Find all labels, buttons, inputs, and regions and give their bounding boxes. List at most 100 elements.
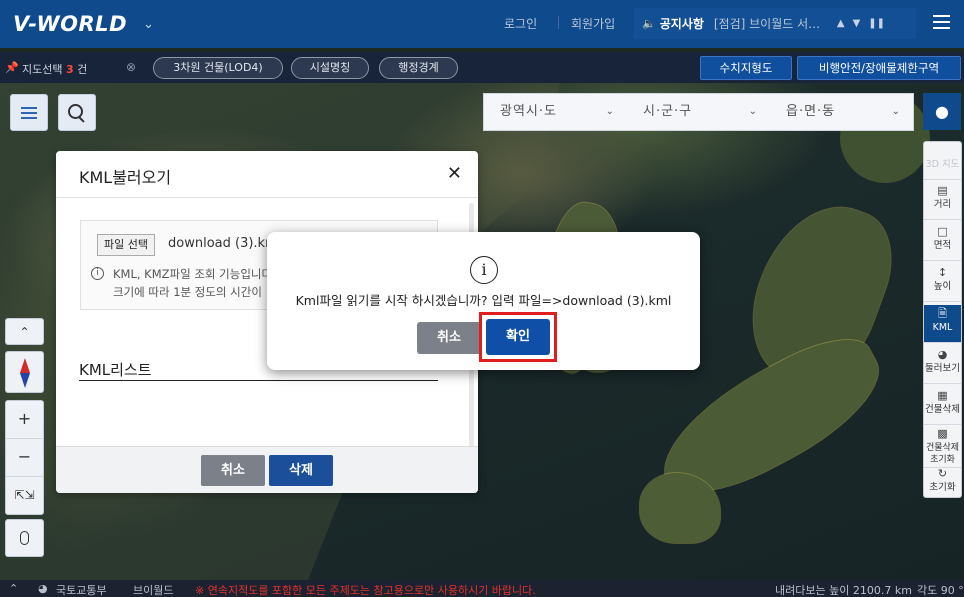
compass-south-icon bbox=[20, 373, 30, 388]
choose-file-button[interactable]: 파일 선택 bbox=[97, 234, 155, 256]
tool-lookaround[interactable]: ◕ 둘러보기 bbox=[924, 346, 961, 384]
layer-filter-bar: 📌 지도선택 3 건 ⊗ 3차원 건물(LOD4) 시설명칭 행정경계 수치지형… bbox=[0, 52, 964, 83]
search-button[interactable] bbox=[58, 94, 96, 131]
location-pin-icon: ● bbox=[935, 102, 949, 121]
map-selection-suffix: 건 bbox=[77, 63, 88, 76]
top-header: V-WORLD ⌄ 로그인 회원가입 🔈 공지사항 [점검] 브이월드 서… ▲… bbox=[0, 0, 964, 48]
header-separator bbox=[558, 16, 559, 29]
list-icon bbox=[21, 104, 37, 122]
map-selection-prefix: 지도선택 bbox=[22, 63, 63, 76]
tool-reset-building-label: 건물삭제 초기화 bbox=[925, 443, 960, 465]
file-icon: 🗎 bbox=[938, 307, 947, 320]
fullscreen-button[interactable]: ⇱⇲ bbox=[6, 477, 43, 515]
altitude-readout: 내려다보는 높이 2100.7 km bbox=[775, 584, 912, 597]
ministry-name[interactable]: 국토교통부 bbox=[56, 582, 107, 597]
tool-area[interactable]: □ 면적 bbox=[924, 223, 961, 261]
map-selection-label: 지도선택 3 건 bbox=[22, 61, 87, 77]
tool-kml-label: KML bbox=[932, 322, 953, 333]
eye-icon: ◕ bbox=[937, 348, 948, 361]
chevron-down-icon: ⌄ bbox=[605, 106, 615, 117]
select-sigungu[interactable]: 시·군·구 ⌄ bbox=[627, 94, 770, 130]
select-sigungu-label: 시·군·구 bbox=[643, 104, 693, 119]
close-icon[interactable]: ✕ bbox=[447, 163, 462, 184]
speaker-icon: 🔈 bbox=[642, 17, 656, 30]
building-delete-icon: ▦ bbox=[937, 389, 948, 402]
chip-admin-boundary[interactable]: 행정경계 bbox=[379, 57, 458, 79]
tool-delete-building-label: 건물삭제 bbox=[925, 404, 960, 415]
chevron-up-icon[interactable]: ⌃ bbox=[9, 582, 18, 595]
ministry-logo-icon: ◕ bbox=[38, 582, 48, 595]
tool-reset-building[interactable]: ▩ 건물삭제 초기화 bbox=[924, 425, 961, 468]
tool-height[interactable]: ↕ 높이 bbox=[924, 264, 961, 302]
expand-icon: ⇱⇲ bbox=[14, 488, 35, 502]
info-icon: i bbox=[91, 267, 104, 280]
flight-zone-button[interactable]: 비행안전/장애물제한구역 bbox=[797, 56, 961, 80]
disclaimer-text: ※ 연속지적도를 포함한 모든 주제도는 참고용으로만 사용하시기 바랍니다. bbox=[195, 584, 536, 597]
location-pin-button[interactable]: ● bbox=[923, 93, 961, 130]
zoom-out-button[interactable]: − bbox=[6, 439, 43, 477]
height-icon: ↕ bbox=[937, 266, 948, 279]
mouse-mode-button[interactable] bbox=[5, 519, 44, 557]
kml-list-underline bbox=[79, 380, 438, 381]
confirm-ok-button[interactable]: 확인 bbox=[486, 319, 550, 355]
tool-area-label: 면적 bbox=[933, 240, 952, 251]
map-selection-count: 3 bbox=[65, 63, 74, 76]
select-eupmyeondong[interactable]: 읍·면·동 ⌄ bbox=[770, 94, 913, 130]
kml-cancel-button[interactable]: 취소 bbox=[201, 455, 265, 486]
tool-delete-building[interactable]: ▦ 건물삭제 bbox=[924, 387, 961, 425]
zoom-in-button[interactable]: + bbox=[6, 401, 43, 439]
tool-3d-map[interactable]: 3D 지도 bbox=[924, 142, 961, 180]
chip-3d-building[interactable]: 3차원 건물(LOD4) bbox=[153, 57, 283, 79]
kml-delete-button[interactable]: 삭제 bbox=[269, 455, 333, 486]
search-icon bbox=[68, 103, 86, 122]
kml-list-title: KML리스트 bbox=[79, 361, 152, 379]
ruler-icon: ▤ bbox=[937, 184, 948, 197]
confirm-dialog: i Kml파일 읽기를 시작 하시겠습니까? 입력 파일=>download (… bbox=[267, 232, 700, 370]
hamburger-menu-icon[interactable] bbox=[933, 15, 950, 29]
confirm-cancel-button[interactable]: 취소 bbox=[417, 322, 481, 354]
chevron-down-icon[interactable]: ▼ bbox=[853, 18, 861, 29]
pause-icon[interactable]: ❚❚ bbox=[868, 18, 885, 29]
zoom-controls: + − ⇱⇲ bbox=[5, 400, 44, 515]
chevron-down-icon: ⌄ bbox=[891, 106, 901, 117]
notice-ticker[interactable]: 🔈 공지사항 [점검] 브이월드 서… ▲ ▼ ❚❚ bbox=[634, 8, 916, 39]
tool-distance-label: 거리 bbox=[933, 199, 952, 210]
login-link[interactable]: 로그인 bbox=[504, 15, 537, 32]
tool-height-label: 높이 bbox=[933, 281, 952, 292]
3d-icon bbox=[924, 145, 961, 159]
info-icon: i bbox=[470, 256, 498, 284]
chevron-up-icon[interactable]: ▲ bbox=[837, 18, 845, 29]
select-sido[interactable]: 광역시·도 ⌄ bbox=[484, 94, 627, 130]
compass-button[interactable] bbox=[5, 351, 44, 393]
area-icon: □ bbox=[937, 225, 948, 238]
brand-name[interactable]: 브이월드 bbox=[133, 582, 173, 597]
status-bar: ⌃ ◕ 국토교통부 브이월드 ※ 연속지적도를 포함한 모든 주제도는 참고용으… bbox=[0, 580, 964, 597]
select-eupmyeondong-label: 읍·면·동 bbox=[786, 104, 836, 119]
chip-facility-names[interactable]: 시설명칭 bbox=[291, 57, 369, 79]
chevron-down-icon[interactable]: ⌄ bbox=[143, 17, 154, 32]
tool-lookaround-label: 둘러보기 bbox=[925, 363, 960, 374]
region-selector: 광역시·도 ⌄ 시·군·구 ⌄ 읍·면·동 ⌄ bbox=[483, 93, 914, 131]
tool-kml[interactable]: 🗎 KML bbox=[924, 305, 961, 343]
dem-button[interactable]: 수치지형도 bbox=[700, 56, 792, 80]
selected-file-name: download (3).kml bbox=[168, 236, 282, 251]
angle-readout: 각도 90 ° bbox=[917, 584, 964, 597]
vworld-logo[interactable]: V-WORLD bbox=[13, 12, 127, 36]
refresh-icon: ↻ bbox=[937, 467, 948, 480]
notice-title[interactable]: 공지사항 bbox=[660, 15, 704, 32]
tool-distance[interactable]: ▤ 거리 bbox=[924, 182, 961, 220]
tilt-up-button[interactable]: ⌃ bbox=[5, 318, 44, 345]
right-toolbar: 3D 지도 ▤ 거리 □ 면적 ↕ 높이 🗎 KML ◕ 둘러보기 ▦ 건물삭제 ▩ 건물삭제… bbox=[923, 141, 962, 498]
divider bbox=[56, 197, 478, 198]
kml-panel-title: KML불러오기 bbox=[79, 168, 172, 187]
compass-north-icon bbox=[20, 358, 30, 373]
mouse-icon bbox=[20, 531, 29, 545]
tool-reset[interactable]: ↻ 초기화 bbox=[924, 468, 961, 499]
list-menu-button[interactable] bbox=[10, 94, 48, 131]
clear-selection-icon[interactable]: ⊗ bbox=[126, 60, 136, 74]
signup-link[interactable]: 회원가입 bbox=[571, 15, 615, 32]
kml-panel-footer: 취소 삭제 bbox=[56, 446, 478, 493]
chevron-up-icon: ⌃ bbox=[19, 324, 30, 339]
notice-text[interactable]: [점검] 브이월드 서… bbox=[714, 15, 829, 32]
pin-icon[interactable]: 📌 bbox=[5, 61, 19, 74]
